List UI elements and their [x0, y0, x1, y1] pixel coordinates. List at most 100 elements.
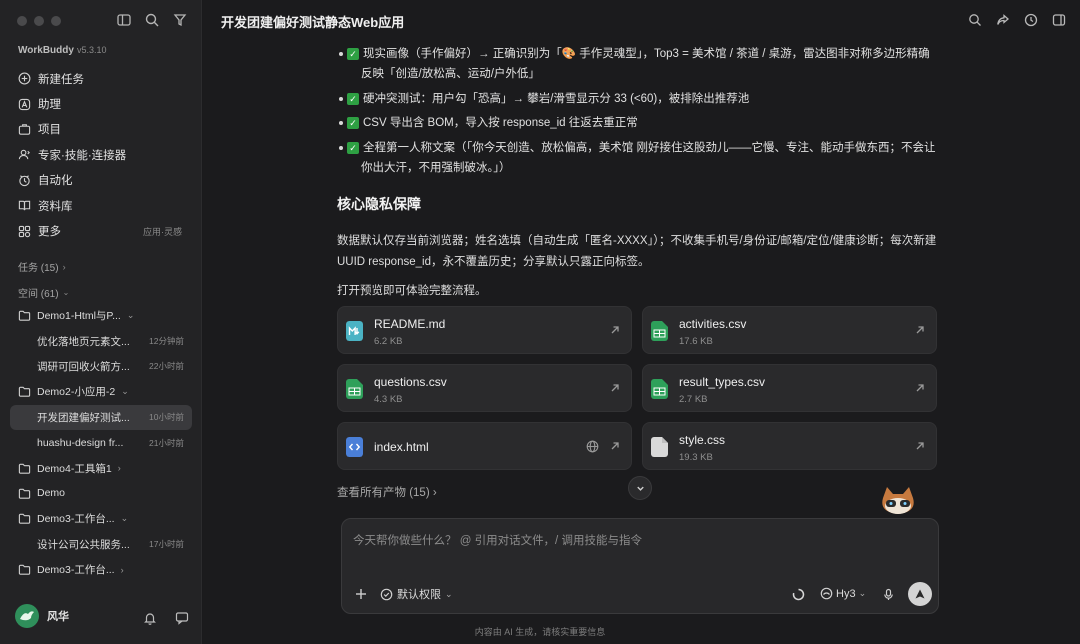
tree-folder[interactable]: Demo2-小应用-2 ⌄ — [10, 379, 192, 404]
share-icon[interactable] — [996, 13, 1010, 27]
nav-assistant[interactable]: 助理 — [10, 91, 192, 116]
chevron-down-icon[interactable]: ⌄ — [121, 513, 129, 524]
search-icon[interactable] — [144, 12, 160, 28]
file-card[interactable]: questions.csv 4.3 KB — [337, 364, 632, 412]
space-tree: Demo1-Html与P... ⌄ 优化落地页元素文... 12分钟前 调研可回… — [10, 303, 192, 582]
tree-task[interactable]: 调研可回收火箭方... 22小时前 — [10, 354, 192, 379]
nav-automation[interactable]: 自动化 — [10, 168, 192, 193]
nav-label: 更多 — [38, 226, 61, 239]
filter-icon[interactable] — [172, 12, 188, 28]
tree-folder[interactable]: Demo3-工作台... ⌄ — [10, 506, 192, 531]
close-window-button[interactable] — [17, 16, 27, 26]
send-button[interactable] — [908, 582, 932, 606]
nav-project[interactable]: 项目 — [10, 117, 192, 142]
nav-label: 专家·技能·连接器 — [38, 149, 127, 162]
tasks-section-header[interactable]: 任务 (15) › — [18, 259, 66, 275]
bird-logo-icon — [20, 611, 34, 621]
view-all-artifacts-link[interactable]: 查看所有产物 (15) › — [337, 484, 437, 500]
nav-label: 资料库 — [38, 200, 73, 213]
ai-disclaimer: 内容由 AI 生成，请核实重要信息 — [474, 627, 606, 637]
permission-label: 默认权限 — [397, 589, 441, 601]
chevron-down-icon: ⌄ — [445, 588, 453, 599]
chevron-down-icon — [636, 486, 644, 491]
chevron-down-icon: ⌄ — [858, 588, 867, 598]
permission-selector[interactable]: 默认权限 ⌄ — [380, 586, 453, 602]
file-card[interactable]: README.md 6.2 KB — [337, 306, 632, 354]
history-icon[interactable] — [1024, 13, 1038, 27]
check-icon: ✓ — [347, 92, 359, 105]
open-external-icon[interactable] — [609, 324, 621, 336]
task-time: 22小时前 — [149, 361, 184, 372]
user-name: 风华 — [47, 611, 69, 623]
tree-folder[interactable]: Demo4-工具箱1 › — [10, 455, 192, 480]
file-card[interactable]: style.css 19.3 KB — [642, 422, 937, 470]
main-nav: 新建任务 助理 项目 专家·技能·连接器 自动化 资料库 更多 应用·灵感 — [10, 66, 192, 244]
file-size: 17.6 KB — [679, 336, 713, 347]
chevron-down-icon[interactable]: ⌄ — [127, 310, 135, 321]
file-card[interactable]: result_types.csv 2.7 KB — [642, 364, 937, 412]
sidebar-toggle-icon[interactable] — [116, 12, 132, 28]
tree-task[interactable]: huashu-design fr... 21小时前 — [10, 430, 192, 455]
file-size: 4.3 KB — [374, 394, 403, 405]
tree-folder[interactable]: Demo — [10, 481, 192, 506]
open-external-icon[interactable] — [914, 440, 926, 452]
page-title: 开发团建偏好测试静态Web应用 — [221, 14, 405, 30]
open-external-icon[interactable] — [914, 324, 926, 336]
nav-label: 自动化 — [38, 175, 73, 188]
scroll-down-button[interactable] — [628, 476, 652, 500]
zoom-window-button[interactable] — [51, 16, 61, 26]
open-external-icon[interactable] — [914, 382, 926, 394]
file-name: README.md — [374, 317, 446, 331]
plus-icon[interactable] — [354, 587, 368, 601]
result-list: ✓ 现实画像（手作偏好）→ 正确识别为「🎨 手作灵魂型」，Top3 = 美术馆 /… — [337, 44, 937, 178]
task-time: 21小时前 — [149, 437, 184, 448]
chevron-down-icon[interactable]: ⌄ — [121, 386, 129, 397]
tree-label: 优化落地页元素文... — [37, 335, 130, 348]
nav-new-task[interactable]: 新建任务 — [10, 66, 192, 91]
plus-circle-icon — [18, 72, 31, 85]
tree-label: Demo2-小应用-2 — [37, 386, 116, 399]
model-logo-icon — [820, 587, 833, 600]
tree-task-active[interactable]: 开发团建偏好测试... 10小时前 — [10, 404, 192, 430]
chevron-right-icon: › — [62, 261, 66, 272]
task-time: 12分钟前 — [149, 336, 184, 347]
folder-icon — [18, 488, 31, 499]
chevron-right-icon[interactable]: › — [121, 565, 124, 575]
tree-folder[interactable]: Demo3-工作台... › — [10, 557, 192, 582]
minimize-window-button[interactable] — [34, 16, 44, 26]
html-file-icon — [346, 437, 363, 457]
more-icon — [18, 225, 31, 237]
nav-library[interactable]: 资料库 — [10, 193, 192, 218]
list-item-text: 全程第一人称文案（「你今天创造、放松偏高，美术馆 刚好接住这股劲儿——它慢、专注… — [361, 141, 936, 174]
spaces-label: 空间 (61) — [18, 289, 59, 300]
globe-icon[interactable] — [586, 440, 599, 453]
message-icon[interactable] — [175, 611, 189, 625]
folder-icon — [18, 463, 31, 474]
composer-input[interactable]: 今天帮你做些什么？ @ 引用对话文件，/ 调用技能与指令 — [353, 532, 642, 548]
model-selector[interactable]: Hy3 ⌄ — [820, 587, 866, 600]
chevron-right-icon[interactable]: › — [118, 463, 121, 473]
csv-file-icon — [346, 379, 363, 399]
app-name: WorkBuddy — [18, 45, 74, 56]
message-composer[interactable]: 今天帮你做些什么？ @ 引用对话文件，/ 调用技能与指令 默认权限 ⌄ Hy3 … — [341, 518, 939, 614]
nav-more[interactable]: 更多 应用·灵感 — [10, 218, 192, 243]
file-card[interactable]: activities.csv 17.6 KB — [642, 306, 937, 354]
open-external-icon[interactable] — [609, 440, 621, 452]
tree-task[interactable]: 优化落地页元素文... 12分钟前 — [10, 328, 192, 353]
tree-label: 调研可回收火箭方... — [37, 360, 130, 373]
nav-experts[interactable]: 专家·技能·连接器 — [10, 142, 192, 167]
file-card[interactable]: index.html — [337, 422, 632, 470]
panel-toggle-icon[interactable] — [1052, 13, 1066, 27]
file-name: activities.csv — [679, 317, 747, 331]
bell-icon[interactable] — [143, 611, 157, 625]
privacy-paragraph: 数据默认仅存当前浏览器；姓名选填（自动生成「匿名-XXXX」）；不收集手机号/身… — [337, 234, 937, 268]
microphone-icon[interactable] — [882, 588, 895, 601]
check-icon: ✓ — [347, 141, 359, 154]
tree-task[interactable]: 设计公司公共服务... 17小时前 — [10, 532, 192, 557]
tree-folder[interactable]: Demo1-Html与P... ⌄ — [10, 303, 192, 328]
spaces-section-header[interactable]: 空间 (61) ⌄ — [18, 285, 69, 300]
list-item-text: 硬冲突测试：用户勾「恐高」→ 攀岩/滑雪显示分 33 (<60)，被排除出推荐池 — [363, 92, 750, 105]
search-icon[interactable] — [968, 13, 982, 27]
open-external-icon[interactable] — [609, 382, 621, 394]
top-tools — [968, 13, 1066, 27]
